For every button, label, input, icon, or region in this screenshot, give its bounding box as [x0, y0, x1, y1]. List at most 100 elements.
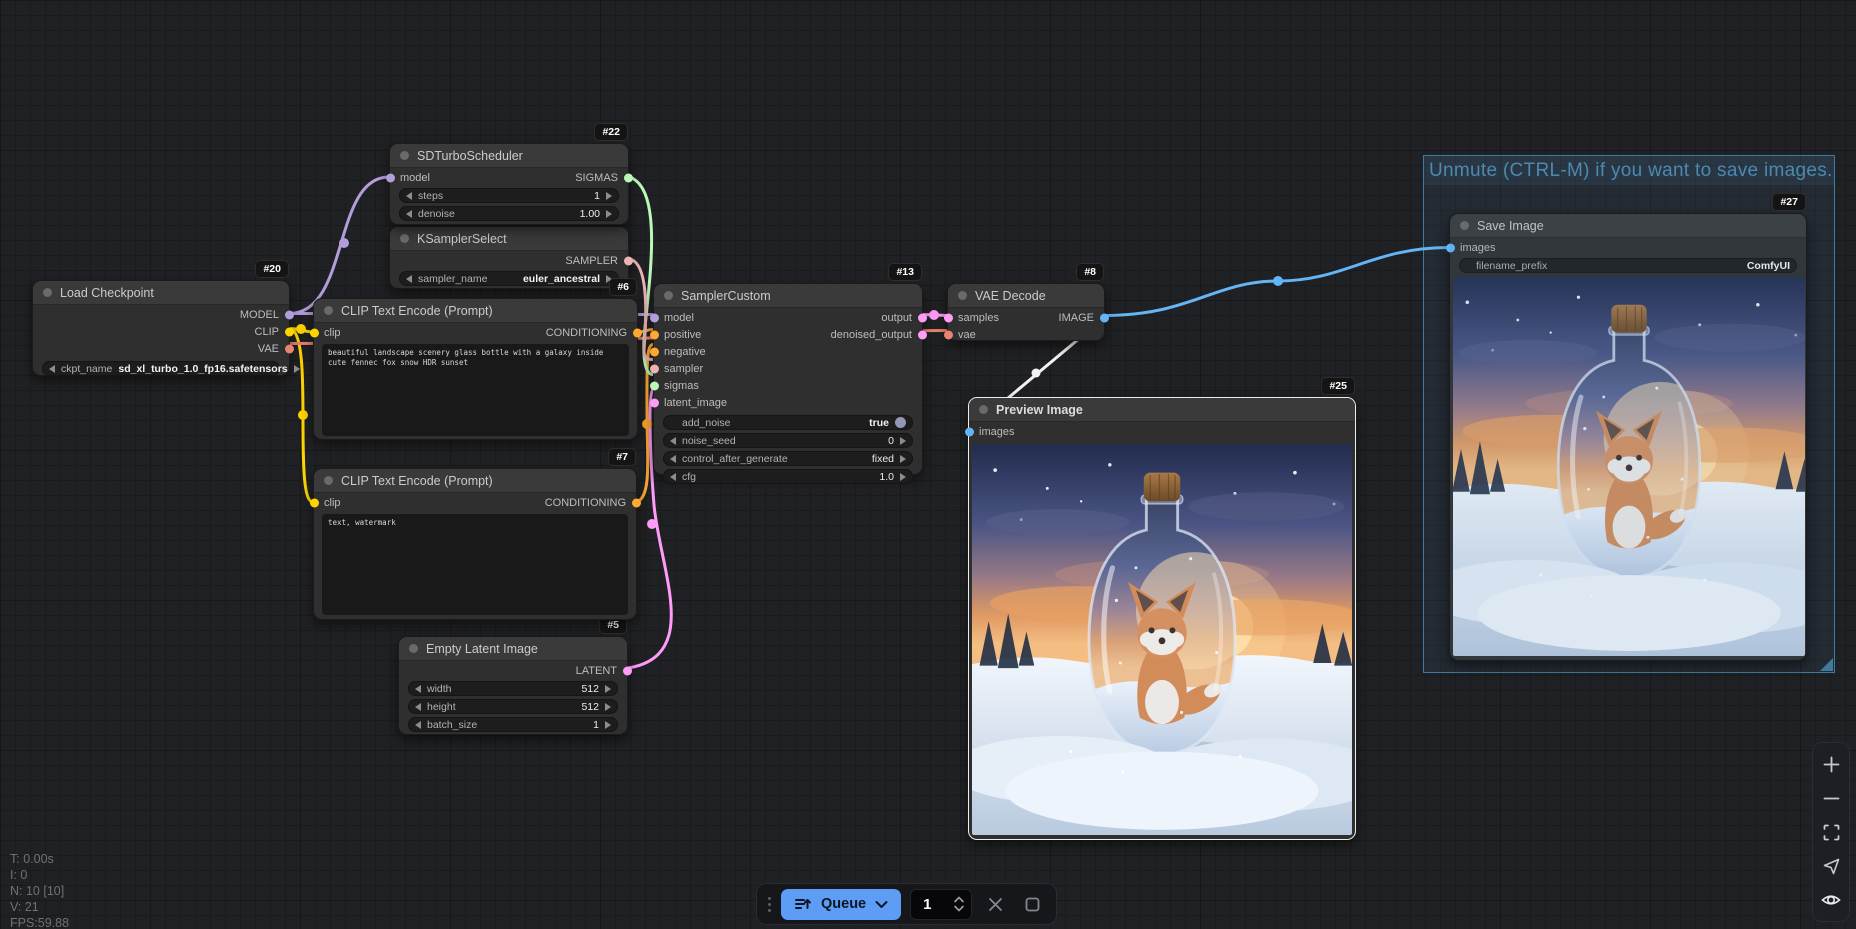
toolbar-drag-handle-icon[interactable] [767, 897, 772, 912]
batch-size-widget[interactable]: batch_size 1 [408, 717, 618, 732]
collapse-dot-icon[interactable] [664, 291, 673, 300]
node-clip-text-encode-negative[interactable]: #7 CLIP Text Encode (Prompt) clip CONDIT… [313, 468, 637, 620]
node-clip-text-encode-positive[interactable]: #6 CLIP Text Encode (Prompt) clip CONDIT… [313, 298, 638, 440]
stepper-down-icon[interactable] [953, 905, 965, 912]
arrow-left-icon[interactable] [415, 703, 421, 711]
output-port-denoised-output[interactable] [918, 330, 927, 339]
input-port-negative[interactable] [650, 347, 659, 356]
input-port-sampler[interactable] [650, 364, 659, 373]
node-titlebar[interactable]: SamplerCustom [654, 284, 922, 308]
output-port-sampler[interactable] [624, 256, 633, 265]
node-sdturbo-scheduler[interactable]: #22 SDTurboScheduler model SIGMAS steps … [389, 143, 629, 225]
noise-seed-widget[interactable]: noise_seed 0 [663, 433, 913, 448]
node-save-image[interactable]: #27 Save Image images filename_prefix Co… [1449, 213, 1807, 661]
prompt-textarea[interactable]: text, watermark [322, 514, 628, 615]
input-port-model[interactable] [386, 173, 395, 182]
stepper-up-icon[interactable] [953, 896, 965, 903]
height-widget[interactable]: height 512 [408, 699, 618, 714]
output-port-output[interactable] [918, 313, 927, 322]
arrow-left-icon[interactable] [415, 685, 421, 693]
collapse-dot-icon[interactable] [958, 291, 967, 300]
arrow-right-icon[interactable] [606, 210, 612, 218]
node-preview-image[interactable]: #25 Preview Image images [968, 397, 1356, 840]
input-port-model[interactable] [650, 313, 659, 322]
arrow-left-icon[interactable] [406, 275, 412, 283]
output-port-latent[interactable] [623, 666, 632, 675]
arrow-left-icon[interactable] [670, 455, 676, 463]
toggle-knob-icon[interactable] [895, 417, 906, 428]
node-ksampler-select[interactable]: KSamplerSelect SAMPLER sampler_name eule… [389, 226, 629, 289]
arrow-left-icon[interactable] [670, 437, 676, 445]
output-port-image[interactable] [1100, 313, 1109, 322]
width-widget[interactable]: width 512 [408, 681, 618, 696]
collapse-dot-icon[interactable] [400, 151, 409, 160]
input-port-vae[interactable] [944, 330, 953, 339]
ckpt-name-widget[interactable]: ckpt_name sd_xl_turbo_1.0_fp16.safetenso… [42, 361, 280, 376]
output-port-clip[interactable] [285, 327, 294, 336]
node-titlebar[interactable]: CLIP Text Encode (Prompt) [314, 469, 636, 493]
add-noise-toggle[interactable]: add_noise true [663, 415, 913, 430]
sampler-name-widget[interactable]: sampler_name euler_ancestral [399, 271, 619, 286]
toggle-link-visibility-button[interactable] [1816, 885, 1846, 915]
steps-widget[interactable]: steps 1 [399, 188, 619, 203]
input-port-positive[interactable] [650, 330, 659, 339]
clear-queue-button[interactable] [981, 890, 1009, 918]
node-titlebar[interactable]: SDTurboScheduler [390, 144, 628, 168]
node-titlebar[interactable]: Empty Latent Image [399, 637, 627, 661]
input-port-samples[interactable] [944, 313, 953, 322]
batch-count-input[interactable]: 1 [910, 889, 972, 920]
node-load-checkpoint[interactable]: #20 Load Checkpoint MODEL CLIP VAE ckpt_… [32, 280, 290, 376]
group-titlebar[interactable]: Unmute (CTRL-M) if you want to save imag… [1424, 156, 1834, 185]
queue-button[interactable]: Queue [781, 889, 901, 920]
arrow-right-icon[interactable] [606, 192, 612, 200]
node-sampler-custom[interactable]: #13 SamplerCustom model output positive … [653, 283, 923, 475]
collapse-dot-icon[interactable] [324, 476, 333, 485]
arrow-left-icon[interactable] [670, 473, 676, 481]
arrow-left-icon[interactable] [415, 721, 421, 729]
node-graph-canvas[interactable]: Unmute (CTRL-M) if you want to save imag… [0, 0, 1856, 929]
arrow-left-icon[interactable] [49, 365, 55, 373]
arrow-right-icon[interactable] [900, 455, 906, 463]
node-titlebar[interactable]: CLIP Text Encode (Prompt) [314, 299, 637, 323]
node-titlebar[interactable]: VAE Decode [948, 284, 1104, 308]
arrow-right-icon[interactable] [605, 721, 611, 729]
input-port-clip[interactable] [310, 498, 319, 507]
zoom-in-button[interactable] [1816, 749, 1846, 779]
input-port-sigmas[interactable] [650, 381, 659, 390]
node-vae-decode[interactable]: #8 VAE Decode samples IMAGE vae [947, 283, 1105, 341]
prompt-textarea[interactable]: beautiful landscape scenery glass bottle… [322, 344, 629, 436]
select-mode-button[interactable] [1816, 851, 1846, 881]
output-port-vae[interactable] [285, 344, 294, 353]
input-port-latent-image[interactable] [650, 398, 659, 407]
arrow-right-icon[interactable] [900, 473, 906, 481]
arrow-right-icon[interactable] [294, 365, 300, 373]
denoise-widget[interactable]: denoise 1.00 [399, 206, 619, 221]
output-port-sigmas[interactable] [624, 173, 633, 182]
input-port-images[interactable] [965, 427, 974, 436]
control-after-generate-widget[interactable]: control_after_generate fixed [663, 451, 913, 466]
collapse-dot-icon[interactable] [400, 234, 409, 243]
node-titlebar[interactable]: Load Checkpoint [33, 281, 289, 305]
collapse-dot-icon[interactable] [324, 306, 333, 315]
node-titlebar[interactable]: Save Image [1450, 214, 1806, 238]
collapse-dot-icon[interactable] [979, 405, 988, 414]
arrow-right-icon[interactable] [605, 703, 611, 711]
node-titlebar[interactable]: KSamplerSelect [390, 227, 628, 251]
zoom-out-button[interactable] [1816, 783, 1846, 813]
collapse-dot-icon[interactable] [409, 644, 418, 653]
filename-prefix-widget[interactable]: filename_prefix ComfyUI [1459, 258, 1797, 273]
stop-button[interactable] [1018, 890, 1046, 918]
arrow-right-icon[interactable] [605, 685, 611, 693]
arrow-left-icon[interactable] [406, 210, 412, 218]
output-port-conditioning[interactable] [632, 498, 641, 507]
save-image-preview[interactable] [1453, 277, 1805, 656]
output-port-conditioning[interactable] [633, 328, 642, 337]
output-port-model[interactable] [285, 310, 294, 319]
input-port-clip[interactable] [310, 328, 319, 337]
fit-view-button[interactable] [1816, 817, 1846, 847]
node-empty-latent-image[interactable]: #5 Empty Latent Image LATENT width 512 h… [398, 636, 628, 735]
collapse-dot-icon[interactable] [1460, 221, 1469, 230]
collapse-dot-icon[interactable] [43, 288, 52, 297]
input-port-images[interactable] [1446, 243, 1455, 252]
cfg-widget[interactable]: cfg 1.0 [663, 469, 913, 484]
